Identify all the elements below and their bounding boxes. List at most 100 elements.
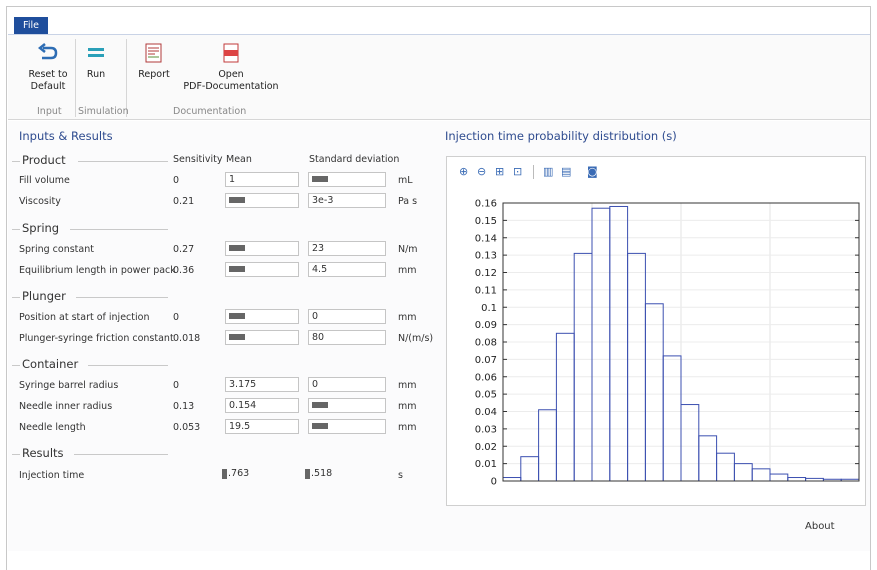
group-label-simulation: Simulation — [78, 106, 129, 117]
sensitivity-value: 0.21 — [173, 196, 195, 207]
parameter-label: Equilibrium length in power pack — [19, 265, 176, 276]
mean-input[interactable] — [225, 309, 299, 324]
hidden-value-chip — [312, 175, 328, 182]
about-link[interactable]: About — [805, 521, 835, 532]
histogram-bar — [769, 473, 789, 482]
horizontal-grid-icon[interactable]: ▤ — [561, 165, 571, 178]
histogram-bar — [555, 332, 575, 482]
y-tick-label: 0.16 — [475, 199, 497, 210]
sensitivity-value: 0 — [173, 312, 180, 323]
open-pdf-documentation-button[interactable]: Open PDF-Documentation — [176, 43, 286, 93]
file-menu-button[interactable]: File — [14, 17, 48, 34]
unit-label: mm — [398, 401, 417, 412]
mean-input[interactable]: 0.154 — [225, 398, 299, 413]
zoom-in-icon[interactable]: ⊕ — [459, 165, 468, 178]
camera-icon[interactable]: ◙ — [587, 165, 598, 178]
header-mean: Mean — [226, 154, 252, 165]
group-title-results: Results — [22, 446, 64, 460]
std-input[interactable]: 80 — [308, 330, 386, 345]
result-unit: s — [398, 470, 403, 481]
parameter-label: Viscosity — [19, 196, 61, 207]
zoom-extents-icon[interactable]: ⊡ — [513, 165, 522, 178]
y-tick-label: 0 — [491, 477, 497, 488]
hidden-value-chip — [312, 422, 328, 429]
histogram-bar — [644, 303, 664, 482]
group-rule — [70, 229, 168, 230]
mean-input[interactable]: 1 — [225, 172, 299, 187]
parameter-label: Needle inner radius — [19, 401, 113, 412]
reset-to-default-button[interactable]: Reset to Default — [20, 43, 76, 93]
std-input[interactable] — [308, 419, 386, 434]
std-input[interactable]: 4.5 — [308, 262, 386, 277]
mean-input[interactable] — [225, 330, 299, 345]
std-input[interactable]: 0 — [308, 377, 386, 392]
hidden-value-chip — [229, 196, 245, 203]
pdf-file-icon — [223, 43, 239, 63]
sensitivity-value: 0 — [173, 380, 180, 391]
y-tick-label: 0.05 — [475, 390, 497, 401]
sensitivity-value: 0.018 — [173, 333, 201, 344]
hidden-digit-chip — [305, 468, 310, 479]
parameter-label: Position at start of injection — [19, 312, 150, 323]
group-label-input: Input — [37, 106, 62, 117]
mean-input[interactable]: 19.5 — [225, 419, 299, 434]
header-standard-deviation: Standard deviation — [309, 154, 400, 165]
y-tick-label: 0.04 — [475, 407, 497, 418]
group-rule — [12, 365, 20, 366]
unit-label: mL — [398, 175, 413, 186]
report-icon — [145, 43, 162, 63]
mean-input[interactable] — [225, 241, 299, 256]
y-tick-label: 0.11 — [475, 285, 497, 296]
unit-label: mm — [398, 380, 417, 391]
main-content: Inputs & Results Sensitivity Mean Standa… — [8, 121, 870, 551]
hidden-value-chip — [229, 312, 245, 319]
group-rule — [78, 161, 168, 162]
y-tick-label: 0.14 — [475, 233, 497, 244]
histogram-bar — [609, 205, 629, 482]
sensitivity-value: 0 — [173, 175, 180, 186]
ribbon-toolbar: Reset to Default Run Report Open PDF-Doc… — [8, 34, 870, 120]
group-rule — [12, 161, 20, 162]
histogram-bar — [787, 477, 807, 482]
std-input[interactable] — [308, 172, 386, 187]
y-tick-label: 0.1 — [481, 303, 497, 314]
histogram-bar — [751, 468, 771, 482]
std-input[interactable]: 3e-3 — [308, 193, 386, 208]
result-std: .518 — [305, 468, 332, 479]
zoom-out-icon[interactable]: ⊖ — [477, 165, 486, 178]
chart-panel: ⊕ ⊖ ⊞ ⊡ ▥ ▤ ◙ 0 0.01 0.02 0.03 0.04 0.05 0.06 0.07 0.0… — [446, 156, 866, 506]
vertical-grid-icon[interactable]: ▥ — [543, 165, 553, 178]
mean-input[interactable]: 3.175 — [225, 377, 299, 392]
group-separator — [75, 39, 76, 117]
zoom-box-icon[interactable]: ⊞ — [495, 165, 504, 178]
group-title-product: Product — [22, 153, 66, 167]
y-tick-label: 0.03 — [475, 424, 497, 435]
parameter-label: Syringe barrel radius — [19, 380, 119, 391]
group-title-container: Container — [22, 357, 79, 371]
run-button[interactable]: Run — [80, 43, 112, 81]
histogram-bar — [573, 252, 593, 482]
std-input[interactable] — [308, 398, 386, 413]
report-label: Report — [138, 69, 170, 80]
undo-arrow-icon — [37, 43, 58, 60]
histogram-bar — [698, 435, 718, 482]
unit-label: mm — [398, 422, 417, 433]
mean-input[interactable] — [225, 262, 299, 277]
y-tick-label: 0.13 — [475, 251, 497, 262]
sensitivity-value: 0.053 — [173, 422, 201, 433]
report-button[interactable]: Report — [134, 43, 174, 81]
group-title-plunger: Plunger — [22, 289, 66, 303]
group-rule — [12, 454, 20, 455]
group-rule — [12, 229, 20, 230]
unit-label: mm — [398, 265, 417, 276]
hidden-value-chip — [229, 265, 245, 272]
unit-label: Pa s — [398, 196, 418, 207]
unit-label: N/m — [398, 244, 418, 255]
std-input[interactable]: 0 — [308, 309, 386, 324]
mean-input[interactable] — [225, 193, 299, 208]
std-input[interactable]: 23 — [308, 241, 386, 256]
group-title-spring: Spring — [22, 221, 60, 235]
window-footer — [8, 551, 870, 570]
y-tick-label: 0.09 — [475, 320, 497, 331]
hidden-value-chip — [229, 333, 245, 340]
